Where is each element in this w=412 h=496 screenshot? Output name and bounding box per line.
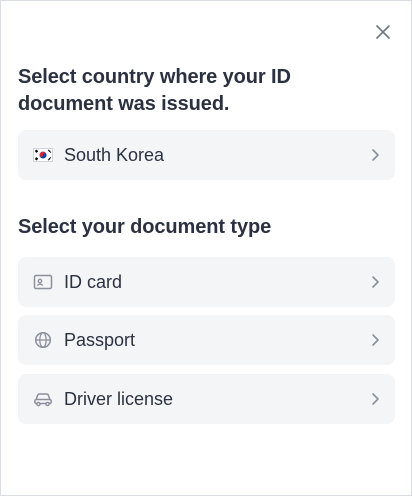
document-option-label: Passport	[64, 329, 136, 350]
car-icon	[34, 393, 52, 407]
globe-icon	[34, 331, 52, 349]
country-heading: Select country where your ID document wa…	[18, 66, 291, 115]
document-type-heading: Select your document type	[18, 216, 272, 238]
country-label: South Korea	[64, 144, 165, 165]
id-card-icon	[33, 274, 53, 290]
document-option-id-card[interactable]: ID card	[18, 257, 395, 307]
chevron-right-icon	[372, 149, 379, 161]
chevron-right-icon	[372, 393, 379, 405]
document-option-driver-license[interactable]: Driver license	[18, 374, 395, 424]
document-option-passport[interactable]: Passport	[18, 315, 395, 365]
document-selection-modal: Select country where your ID document wa…	[0, 0, 412, 496]
document-option-label: ID card	[64, 271, 123, 292]
document-option-label: Driver license	[64, 388, 174, 409]
close-button[interactable]	[369, 18, 397, 46]
south-korea-flag-icon	[33, 148, 53, 162]
chevron-right-icon	[372, 334, 379, 346]
country-selector[interactable]: South Korea	[18, 130, 395, 180]
chevron-right-icon	[372, 276, 379, 288]
close-icon	[376, 25, 390, 39]
